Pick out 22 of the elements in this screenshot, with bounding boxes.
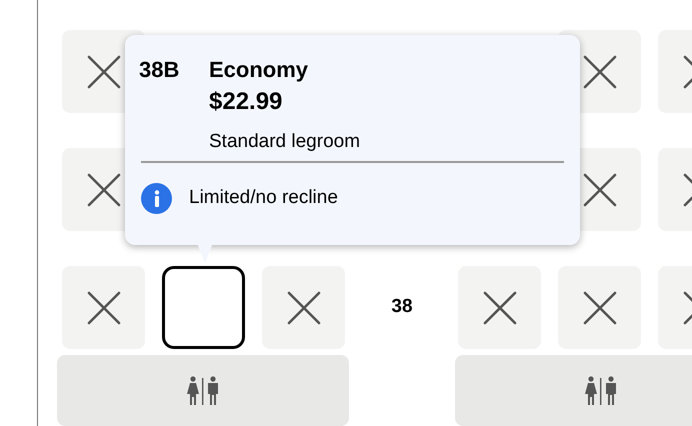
x-icon — [86, 54, 120, 88]
x-icon — [86, 290, 120, 324]
legroom-text: Standard legroom — [209, 130, 360, 154]
unavailable-seat[interactable] — [458, 266, 541, 349]
x-icon — [582, 290, 616, 324]
restroom-icon — [584, 376, 618, 406]
x-icon — [582, 54, 616, 88]
x-icon — [482, 290, 516, 324]
unavailable-seat[interactable] — [62, 266, 145, 349]
seat-price: $22.99 — [209, 87, 284, 117]
info-icon — [141, 183, 172, 214]
seat-code: 38B — [139, 56, 180, 84]
unavailable-seat[interactable] — [262, 266, 345, 349]
restroom-icon — [186, 376, 220, 406]
x-icon — [582, 172, 616, 206]
selected-seat[interactable] — [162, 266, 245, 349]
unavailable-seat[interactable] — [558, 266, 641, 349]
x-icon — [286, 290, 320, 324]
note-text: Limited/no recline — [189, 186, 338, 210]
x-icon — [86, 172, 120, 206]
row-number: 38 — [391, 295, 413, 320]
cabin-class: Economy — [209, 56, 310, 84]
